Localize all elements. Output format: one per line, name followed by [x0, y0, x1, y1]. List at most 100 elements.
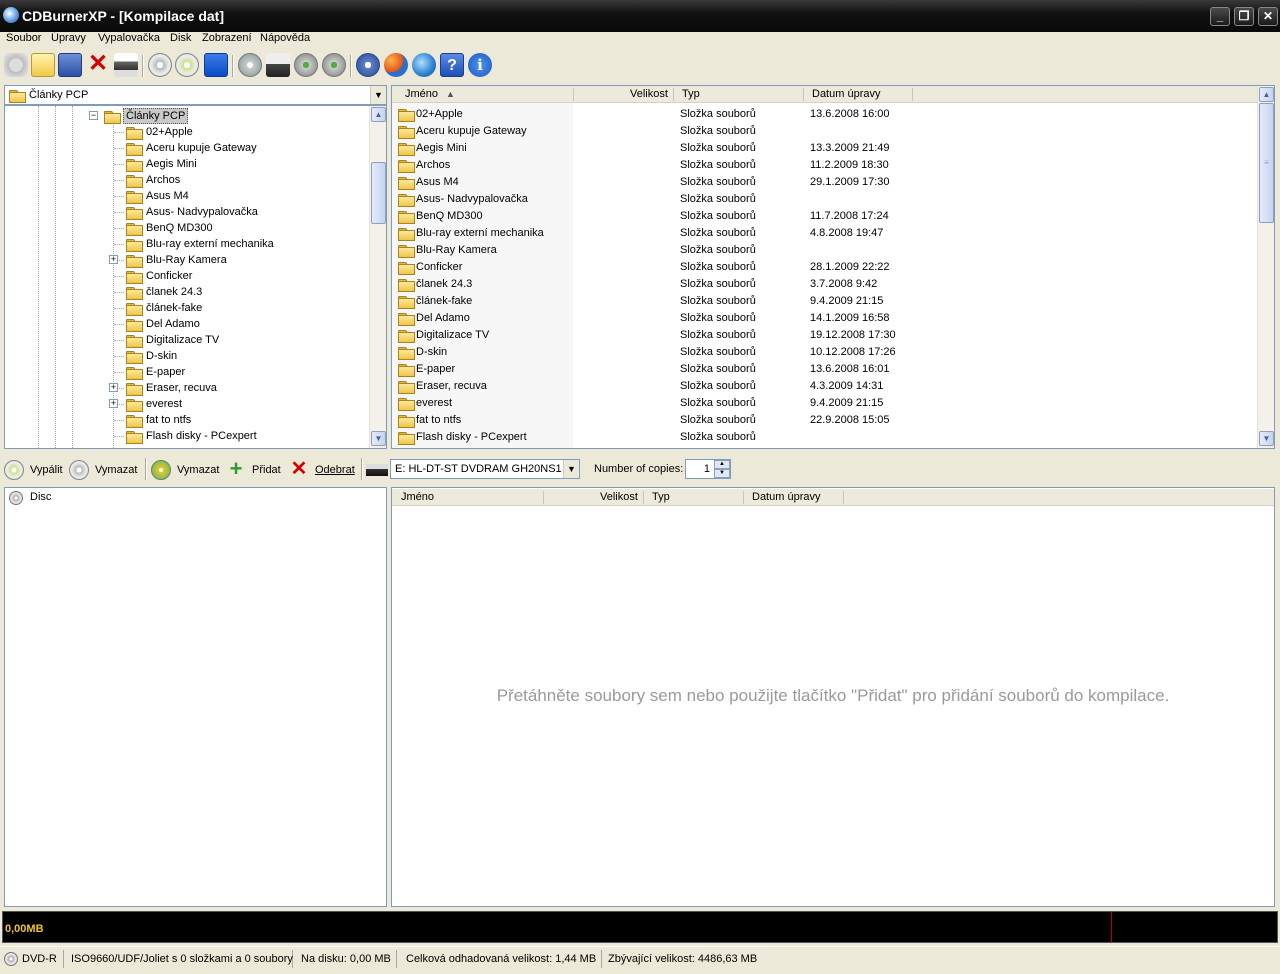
file-list[interactable]: Jméno ▲ Velikost Typ Datum úpravy 02+App…: [391, 85, 1275, 449]
drive-icon[interactable]: [266, 53, 290, 77]
file-row[interactable]: Archos Složka souborů 11.2.2009 18:30: [392, 157, 1252, 174]
stepper-up-icon[interactable]: ▲: [714, 460, 730, 469]
disc-copy-icon[interactable]: [294, 53, 318, 77]
tree-item[interactable]: Flash disky - PCexpert: [108, 428, 358, 444]
tree-item[interactable]: E-paper: [108, 364, 358, 380]
tree-item[interactable]: + everest: [108, 396, 358, 412]
tree-item[interactable]: Asus M4: [108, 188, 358, 204]
tree-item[interactable]: 02+Apple: [108, 124, 358, 140]
folder-tree[interactable]: − Články PCP 02+Apple Aceru kupuje Gatewa…: [4, 105, 387, 449]
tree-item[interactable]: fat to ntfs: [108, 412, 358, 428]
stepper-down-icon[interactable]: ▼: [714, 469, 730, 478]
path-combo[interactable]: Články PCP ▼: [4, 85, 387, 105]
expand-icon[interactable]: +: [109, 383, 118, 392]
tree-item[interactable]: článek-fake: [108, 300, 358, 316]
file-row[interactable]: Asus- Nadvypalovačka Složka souborů: [392, 191, 1252, 208]
erase-disc-icon[interactable]: [148, 53, 172, 77]
update-icon[interactable]: [412, 53, 436, 77]
disc-export-icon[interactable]: [322, 53, 346, 77]
add-button[interactable]: + Přidat: [226, 458, 284, 480]
file-row[interactable]: E-paper Složka souborů 13.6.2008 16:01: [392, 361, 1252, 378]
tree-item[interactable]: Del Adamo: [108, 316, 358, 332]
drive-select[interactable]: E: HL-DT-ST DVDRAM GH20NS10 ▼: [390, 459, 580, 479]
tree-item[interactable]: Asus- Nadvypalovačka: [108, 204, 358, 220]
tree-item[interactable]: D-skin: [108, 348, 358, 364]
tree-item[interactable]: Aceru kupuje Gateway: [108, 140, 358, 156]
help-icon[interactable]: ?: [440, 53, 464, 77]
minimize-button[interactable]: _: [1210, 7, 1230, 26]
open-icon[interactable]: [31, 53, 55, 77]
column-type[interactable]: Typ: [682, 88, 700, 100]
tree-item[interactable]: BenQ MD300: [108, 220, 358, 236]
column-date[interactable]: Datum úpravy: [752, 491, 820, 503]
restore-button[interactable]: ❐: [1234, 7, 1254, 26]
tree-item[interactable]: Digitalizace TV: [108, 332, 358, 348]
column-size[interactable]: Velikost: [630, 88, 668, 100]
new-icon[interactable]: [4, 53, 28, 77]
file-row[interactable]: Blu-Ray Kamera Složka souborů: [392, 242, 1252, 259]
file-row[interactable]: Eraser, recuva Složka souborů 4.3.2009 14:…: [392, 378, 1252, 395]
info-icon[interactable]: i: [468, 53, 492, 77]
tree-item-selected[interactable]: − Články PCP: [89, 108, 209, 124]
file-row[interactable]: Aceru kupuje Gateway Složka souborů: [392, 123, 1252, 140]
collapse-icon[interactable]: −: [89, 111, 98, 120]
scroll-up-icon[interactable]: ▲: [371, 107, 386, 122]
tree-item[interactable]: Archos: [108, 172, 358, 188]
menu-disk[interactable]: Disk: [170, 32, 191, 44]
scroll-down-icon[interactable]: ▼: [1259, 431, 1274, 446]
tree-item[interactable]: Aegis Mini: [108, 156, 358, 172]
file-row[interactable]: Digitalizace TV Složka souborů 19.12.2008 …: [392, 327, 1252, 344]
disc-type-cell[interactable]: DVD-R: [0, 950, 64, 968]
column-name[interactable]: Jméno: [401, 491, 434, 503]
column-size[interactable]: Velikost: [600, 491, 638, 503]
file-row[interactable]: D-skin Složka souborů 10.12.2008 17:26: [392, 344, 1252, 361]
scroll-thumb[interactable]: [371, 162, 386, 224]
file-list-scrollbar[interactable]: ▲ ≡ ▼: [1257, 86, 1274, 448]
tree-item[interactable]: Blu-ray externí mechanika: [108, 236, 358, 252]
print-icon[interactable]: [114, 53, 138, 77]
web-icon[interactable]: [384, 53, 408, 77]
file-row[interactable]: Conficker Složka souborů 28.1.2009 22:22: [392, 259, 1252, 276]
tree-item[interactable]: + Blu-Ray Kamera: [108, 252, 358, 268]
menu-vypalovacka[interactable]: Vypalovačka: [98, 32, 160, 44]
erase-disc-button[interactable]: Vymazat: [69, 460, 141, 480]
file-row[interactable]: Blu-ray externí mechanika Složka souborů 4…: [392, 225, 1252, 242]
compilation-root[interactable]: Disc: [30, 491, 51, 503]
burn-button[interactable]: Vypálit: [4, 460, 64, 480]
copies-value[interactable]: 1: [704, 463, 710, 475]
tree-scrollbar[interactable]: ▲ ▼: [369, 106, 386, 448]
file-row[interactable]: Asus M4 Složka souborů 29.1.2009 17:30: [392, 174, 1252, 191]
window-icon[interactable]: [204, 53, 228, 77]
file-row[interactable]: Flash disky - PCexpert Složka souborů: [392, 429, 1252, 446]
file-row[interactable]: Del Adamo Složka souborů 14.1.2009 16:58: [392, 310, 1252, 327]
file-row[interactable]: članek 24.3 Složka souborů 3.7.2008 9:42: [392, 276, 1252, 293]
delete-icon[interactable]: ✕: [86, 52, 110, 77]
compilation-list[interactable]: Jméno Velikost Typ Datum úpravy Přetáhně…: [391, 487, 1275, 907]
menu-soubor[interactable]: Soubor: [6, 32, 41, 44]
tree-item[interactable]: Conficker: [108, 268, 358, 284]
file-row[interactable]: fat to ntfs Složka souborů 22.9.2008 15:05: [392, 412, 1252, 429]
file-row[interactable]: everest Složka souborů 9.4.2009 21:15: [392, 395, 1252, 412]
column-date[interactable]: Datum úpravy: [812, 88, 880, 100]
menu-napoveda[interactable]: Nápověda: [260, 32, 310, 44]
column-type[interactable]: Typ: [652, 491, 670, 503]
menu-zobrazeni[interactable]: Zobrazení: [202, 32, 252, 44]
expand-icon[interactable]: +: [109, 255, 118, 264]
compilation-tree[interactable]: Disc: [4, 487, 387, 907]
close-button[interactable]: ✕: [1258, 7, 1278, 26]
expand-icon[interactable]: +: [109, 399, 118, 408]
save-icon[interactable]: [58, 53, 82, 77]
file-row[interactable]: Aegis Mini Složka souborů 13.3.2009 21:49: [392, 140, 1252, 157]
file-row[interactable]: BenQ MD300 Složka souborů 11.7.2008 17:24: [392, 208, 1252, 225]
disc-info-icon[interactable]: [238, 53, 262, 77]
file-row[interactable]: článek-fake Složka souborů 9.4.2009 21:15: [392, 293, 1252, 310]
clear-button[interactable]: Vymazat: [151, 460, 221, 480]
settings-icon[interactable]: [356, 53, 380, 77]
file-row[interactable]: 02+Apple Složka souborů 13.6.2008 16:00: [392, 106, 1252, 123]
column-name[interactable]: Jméno: [405, 88, 438, 100]
tree-item[interactable]: članek 24.3: [108, 284, 358, 300]
burn-disc-icon[interactable]: [175, 53, 199, 77]
chevron-down-icon[interactable]: ▼: [563, 460, 579, 478]
menu-upravy[interactable]: Úpravy: [51, 32, 86, 44]
remove-button[interactable]: ✕ Odebrat: [289, 459, 357, 480]
